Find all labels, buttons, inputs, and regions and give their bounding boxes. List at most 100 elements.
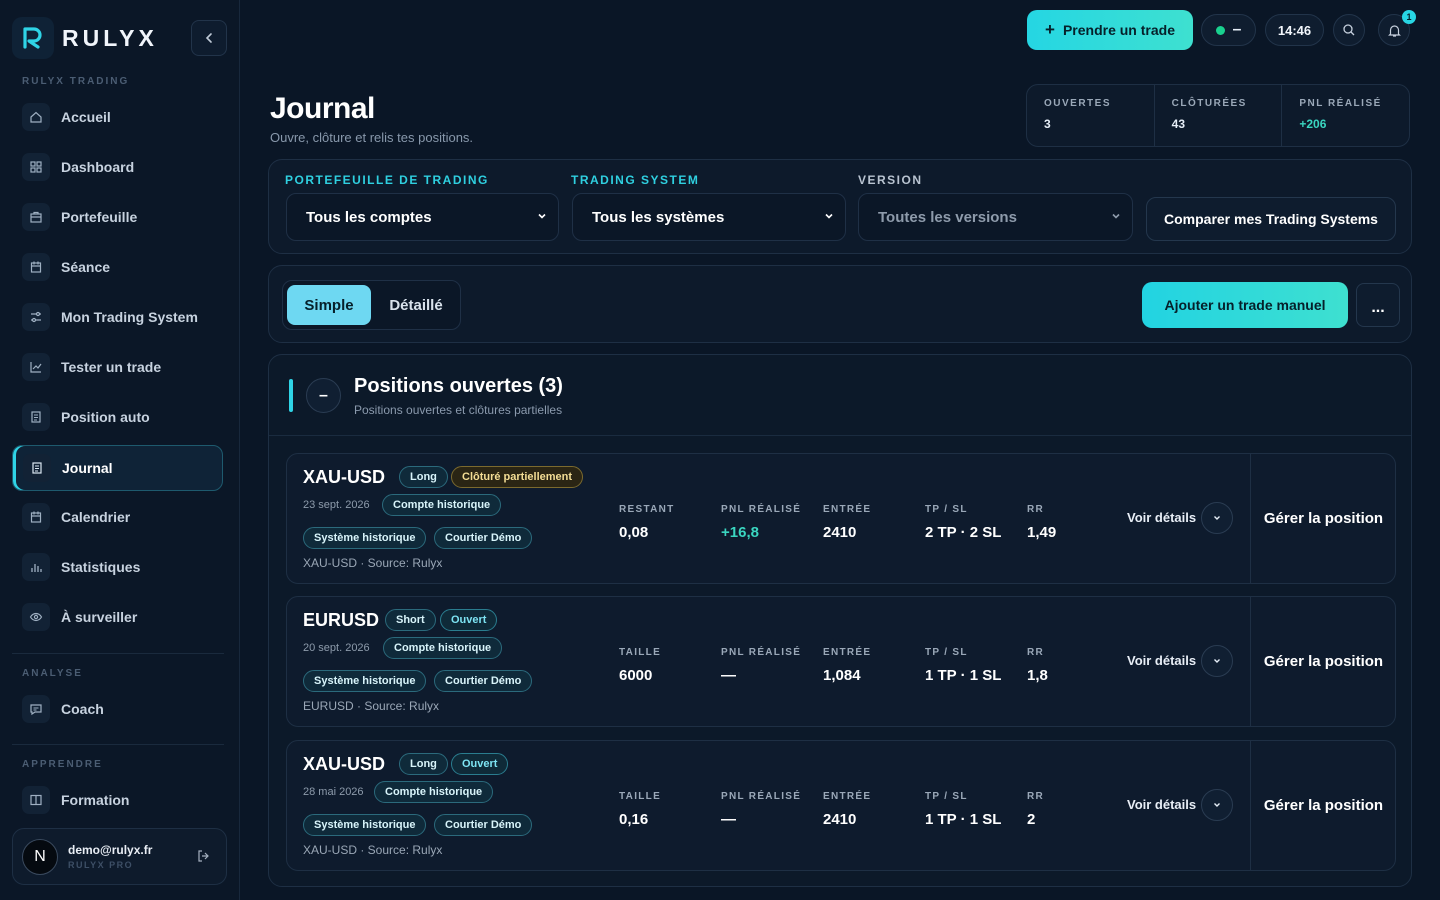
brand[interactable]: RULYX — [12, 16, 158, 60]
trade-symbol: XAU-USD — [303, 467, 386, 487]
portfolio-select[interactable]: Tous les comptes — [286, 193, 559, 241]
sliders-icon — [22, 303, 50, 331]
more-options-button[interactable]: ... — [1356, 283, 1400, 327]
home-icon — [22, 103, 50, 131]
metric-value: +16,8 — [721, 524, 759, 541]
metric-size: RESTANT 0,08 — [619, 504, 675, 541]
sidebar-item-label: Coach — [61, 701, 104, 717]
metric-label: TP / SL — [925, 504, 968, 515]
chart-check-icon — [22, 353, 50, 381]
sidebar-item-label: Tester un trade — [61, 359, 162, 375]
sidebar-item-a-surveiller[interactable]: À surveiller — [12, 595, 223, 639]
sidebar-item-calendrier[interactable]: Calendrier — [12, 495, 223, 539]
sidebar-item-formation[interactable]: Formation — [12, 778, 223, 822]
view-details-link[interactable]: Voir détails — [1127, 510, 1196, 525]
system-select[interactable]: Tous les systèmes — [572, 193, 846, 241]
section-label-apprendre: APPRENDRE — [22, 759, 103, 770]
sidebar-item-label: Accueil — [61, 109, 111, 125]
user-card[interactable]: N demo@rulyx.fr RULYX PRO — [12, 828, 227, 885]
trade-source: XAU-USD · Source: Rulyx — [303, 556, 443, 570]
metric-rr: RR 1,49 — [1027, 504, 1056, 541]
book-icon — [22, 786, 50, 814]
metric-label: PNL RÉALISÉ — [721, 647, 802, 658]
trade-symbol: EURUSD — [303, 610, 380, 630]
trade-date: 28 mai 2026 — [303, 786, 364, 798]
metric-label: RR — [1027, 504, 1045, 515]
user-plan: RULYX PRO — [68, 860, 134, 870]
accent-bar — [289, 379, 293, 412]
rulyx-logo-icon — [12, 17, 54, 59]
sidebar-item-position-auto[interactable]: Position auto — [12, 395, 223, 439]
system-badge: Système historique — [303, 814, 427, 836]
manage-position-button[interactable]: Gérer la position — [1250, 597, 1396, 726]
calendar-icon — [22, 253, 50, 281]
expand-details-button[interactable] — [1201, 645, 1233, 677]
connection-status[interactable]: – — [1201, 14, 1256, 46]
view-detailed-button[interactable]: Détaillé — [375, 285, 457, 325]
sidebar-item-journal[interactable]: Journal — [12, 445, 223, 491]
manage-position-button[interactable]: Gérer la position — [1250, 454, 1396, 583]
sidebar-item-mon-trading-system[interactable]: Mon Trading System — [12, 295, 223, 339]
trade-card: XAU-USD Long Clôturé partiellement 23 se… — [286, 453, 1396, 584]
version-value: Toutes les versions — [878, 208, 1017, 226]
stat-open: OUVERTES 3 — [1027, 85, 1155, 146]
filter-panel: PORTEFEUILLE DE TRADING Tous les comptes… — [268, 159, 1412, 254]
briefcase-icon — [22, 203, 50, 231]
metric-value: 1,8 — [1027, 667, 1048, 684]
nav-divider — [12, 744, 224, 745]
metric-label: RR — [1027, 791, 1045, 802]
trade-source: XAU-USD · Source: Rulyx — [303, 843, 443, 857]
plus-icon: + — [1045, 20, 1055, 39]
system-label: TRADING SYSTEM — [571, 173, 700, 187]
metric-value: 2410 — [823, 524, 857, 541]
view-details-link[interactable]: Voir détails — [1127, 797, 1196, 812]
account-badge: Compte historique — [383, 637, 503, 659]
bell-icon — [1387, 24, 1401, 37]
broker-badge: Courtier Démo — [434, 527, 533, 549]
chevron-down-icon — [1214, 659, 1220, 663]
metric-value: 1 TP · 1 SL — [925, 811, 1002, 828]
compare-systems-button[interactable]: Comparer mes Trading Systems — [1146, 197, 1396, 241]
manage-position-button[interactable]: Gérer la position — [1250, 741, 1396, 870]
metric-value: — — [721, 667, 736, 684]
system-badge: Système historique — [303, 527, 427, 549]
chevron-left-icon — [205, 33, 212, 43]
metric-entry: ENTRÉE 2410 — [823, 504, 871, 541]
take-trade-button[interactable]: + Prendre un trade — [1027, 10, 1193, 50]
expand-details-button[interactable] — [1201, 502, 1233, 534]
view-details-link[interactable]: Voir détails — [1127, 653, 1196, 668]
add-manual-trade-button[interactable]: Ajouter un trade manuel — [1142, 282, 1348, 328]
metric-value: 1,49 — [1027, 524, 1057, 541]
metric-value: 2 — [1027, 811, 1036, 828]
view-simple-button[interactable]: Simple — [287, 285, 371, 325]
view-mode-toggle: Simple Détaillé — [282, 280, 461, 330]
chat-icon — [22, 695, 50, 723]
search-button[interactable] — [1333, 14, 1365, 46]
version-select[interactable]: Toutes les versions — [858, 193, 1133, 241]
sidebar-item-accueil[interactable]: Accueil — [12, 95, 223, 139]
sidebar: RULYX RULYX TRADING Accueil Dashboard Po… — [0, 0, 240, 900]
sidebar-item-seance[interactable]: Séance — [12, 245, 223, 289]
chevron-down-icon — [538, 213, 546, 219]
trade-source: EURUSD · Source: Rulyx — [303, 699, 440, 713]
sidebar-item-coach[interactable]: Coach — [12, 687, 223, 731]
sidebar-item-portefeuille[interactable]: Portefeuille — [12, 195, 223, 239]
positions-subtitle: Positions ouvertes et clôtures partielle… — [354, 403, 563, 417]
status-badge: Clôturé partiellement — [451, 466, 584, 488]
sidebar-item-tester-un-trade[interactable]: Tester un trade — [12, 345, 223, 389]
logout-icon[interactable] — [196, 849, 210, 868]
sidebar-item-dashboard[interactable]: Dashboard — [12, 145, 223, 189]
view-toolbar: Simple Détaillé Ajouter un trade manuel … — [268, 265, 1412, 343]
stat-value: +206 — [1299, 117, 1327, 131]
collapse-sidebar-button[interactable] — [191, 20, 227, 56]
side-badge: Long — [399, 753, 448, 775]
search-icon — [1343, 24, 1355, 36]
sidebar-item-label: Séance — [61, 259, 111, 275]
expand-details-button[interactable] — [1201, 789, 1233, 821]
status-dot-icon — [1215, 25, 1225, 35]
sidebar-item-statistiques[interactable]: Statistiques — [12, 545, 223, 589]
collapse-positions-button[interactable]: – — [306, 378, 341, 413]
sidebar-item-label: Formation — [61, 792, 130, 808]
positions-title: Positions ouvertes (3) — [354, 375, 563, 397]
metric-label: PNL RÉALISÉ — [721, 504, 802, 515]
